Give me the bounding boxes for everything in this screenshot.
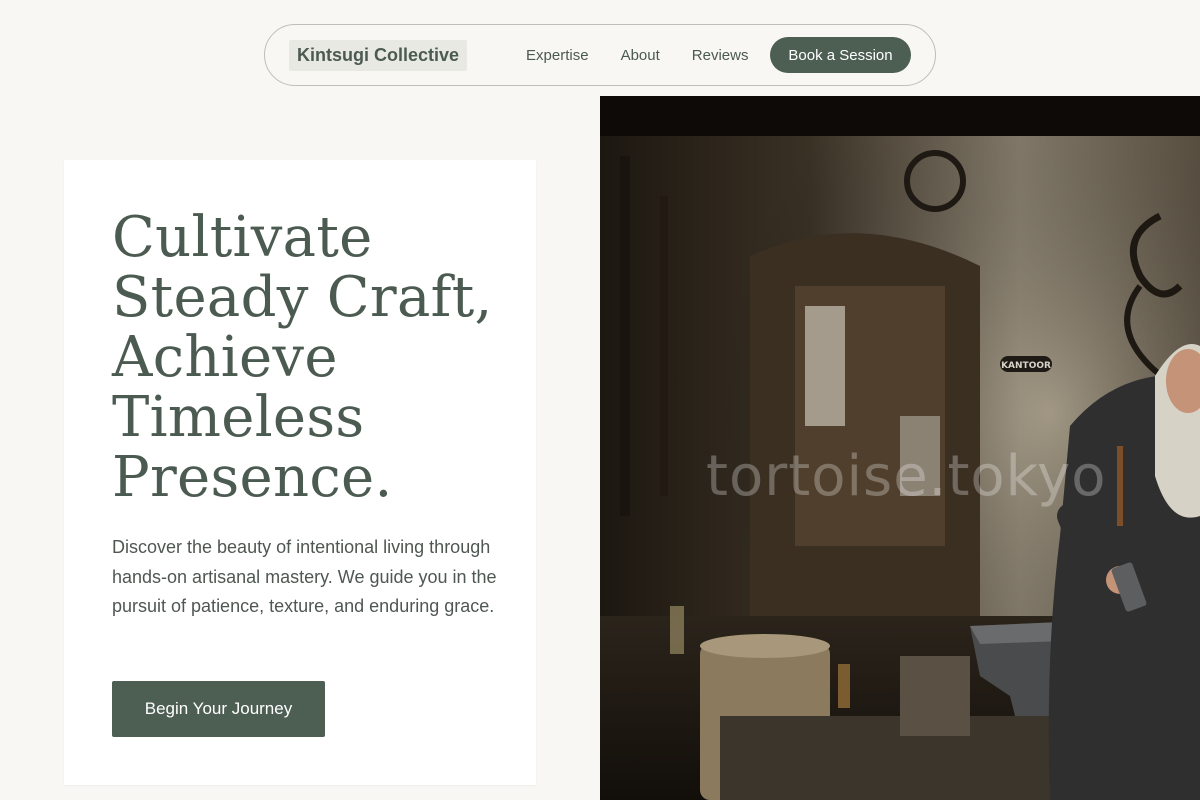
hero-description: Discover the beauty of intentional livin… <box>112 537 497 616</box>
nav-links: Expertise About Reviews <box>526 47 748 64</box>
begin-journey-button[interactable]: Begin Your Journey <box>112 681 325 737</box>
brand-logo[interactable]: Kintsugi Collective <box>289 39 468 71</box>
nav-link-reviews[interactable]: Reviews <box>692 47 749 64</box>
blacksmith-photo: KANTOOR tortoise.tokyo <box>600 96 1200 800</box>
hero-title: Cultivate Steady Craft, Achieve Timeless… <box>112 208 512 508</box>
hero-title-line: Cultivate <box>112 205 373 270</box>
hero-title-line: Achieve <box>112 325 338 390</box>
kantoor-sign: KANTOOR <box>1001 361 1051 371</box>
hero-card: Cultivate Steady Craft, Achieve Timeless… <box>64 160 536 785</box>
watermark-text: tortoise.tokyo <box>706 444 1107 509</box>
hero-title-line: Timeless <box>112 385 365 450</box>
nav-link-expertise[interactable]: Expertise <box>526 47 589 64</box>
hero-title-line: Steady Craft, <box>112 265 493 330</box>
nav-link-about[interactable]: About <box>621 47 660 64</box>
top-navigation: Kintsugi Collective Expertise About Revi… <box>264 24 936 86</box>
hero-title-line: Presence. <box>112 445 393 510</box>
book-session-button[interactable]: Book a Session <box>770 37 911 73</box>
